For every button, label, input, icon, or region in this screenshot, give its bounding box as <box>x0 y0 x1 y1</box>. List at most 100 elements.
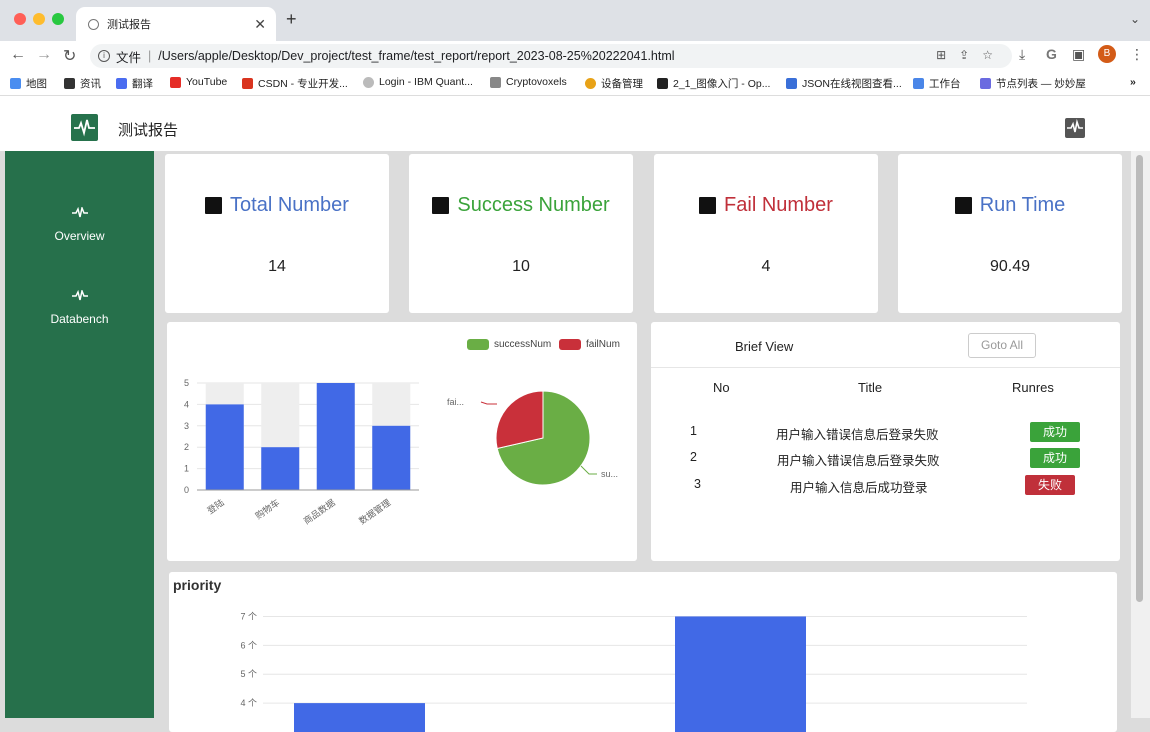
globe-icon <box>88 18 99 30</box>
tab-title: 测试报告 <box>107 19 151 31</box>
x-tick-label: 数据管理 <box>357 497 393 527</box>
tab-search-icon[interactable]: ⌄ <box>1130 12 1140 26</box>
back-icon[interactable]: ← <box>10 46 26 64</box>
y-tick-label: 5 <box>184 378 189 388</box>
sidepanel-icon[interactable]: ▣ <box>1072 46 1085 63</box>
stat-card-success: Success Number 10 <box>409 154 633 313</box>
sidebar: Overview Databench <box>5 151 154 718</box>
pulse-logo-icon <box>71 114 98 141</box>
brief-view-card: Brief View Goto All No Title Runres 1 用户… <box>651 322 1120 561</box>
bookmark-item[interactable]: YouTube <box>170 76 227 88</box>
url-scheme-label: 文件 <box>116 50 142 65</box>
scrollbar[interactable] <box>1131 151 1150 718</box>
stat-card-total: Total Number 14 <box>165 154 389 313</box>
status-badge: 失败 <box>1025 475 1075 495</box>
minimize-window-icon[interactable] <box>33 13 45 25</box>
bookmark-item[interactable]: 设备管理 <box>585 76 643 91</box>
forward-icon[interactable]: → <box>36 46 52 64</box>
bookmark-item[interactable]: 地图 <box>10 76 47 91</box>
sidebar-item-databench[interactable]: Databench <box>5 290 154 326</box>
page-header: 测试报告 <box>0 96 1150 151</box>
column-header: Runres <box>1012 380 1054 395</box>
bookmark-item[interactable]: 节点列表 — 妙妙屋 <box>980 76 1086 91</box>
close-window-icon[interactable] <box>14 13 26 25</box>
stat-value: 14 <box>268 258 286 275</box>
maximize-window-icon[interactable] <box>52 13 64 25</box>
address-bar[interactable]: i 文件 | /Users/apple/Desktop/Dev_project/… <box>90 44 1012 68</box>
more-menu-icon[interactable]: ⋮ <box>1130 46 1144 63</box>
goto-all-button[interactable]: Goto All <box>968 333 1036 358</box>
bar <box>261 447 300 490</box>
bar <box>372 425 411 490</box>
column-header: Title <box>858 380 883 395</box>
y-tick-label: 4 <box>184 399 189 409</box>
stat-value: 10 <box>512 258 530 275</box>
bookmark-star-icon[interactable]: ☆ <box>982 48 1006 62</box>
sidebar-item-overview[interactable]: Overview <box>5 207 154 243</box>
brief-view-title: Brief View <box>735 339 794 354</box>
charts-card: successNum failNum 0 1 2 3 4 5 登陆 购物车 商品数据 数据管理 f… <box>167 322 637 561</box>
y-tick-label: 4 个 <box>240 698 257 708</box>
stat-label: Fail Number <box>724 194 833 216</box>
url-text[interactable]: /Users/apple/Desktop/Dev_project/test_fr… <box>158 49 674 63</box>
youtube-icon <box>170 76 181 88</box>
bookmark-item[interactable]: CSDN - 专业开发... <box>242 76 348 91</box>
address-row: ← → ↻ i 文件 | /Users/apple/Desktop/Dev_pr… <box>0 41 1150 71</box>
bar <box>675 616 806 732</box>
bookmark-item[interactable]: 工作台 <box>913 76 961 91</box>
translate-icon[interactable]: ⊞ <box>936 48 959 62</box>
page-title: 测试报告 <box>118 122 179 139</box>
row-title[interactable]: 用户输入错误信息后登录失败 <box>777 450 940 469</box>
reload-icon[interactable]: ↻ <box>63 46 76 66</box>
download-icon[interactable]: ⤓ <box>1019 46 1025 63</box>
legend-success[interactable]: successNum <box>467 339 551 350</box>
status-badge: 成功 <box>1030 448 1080 468</box>
bookmark-item[interactable]: 2_1_图像入门 - Op... <box>657 76 770 91</box>
bookmark-item[interactable]: 资讯 <box>64 76 101 91</box>
row-no: 1 <box>690 424 697 438</box>
more-bookmarks-icon[interactable]: » <box>1130 76 1136 88</box>
pulse-icon <box>432 197 450 214</box>
row-title[interactable]: 用户输入信息后成功登录 <box>790 477 928 496</box>
translate-bookmark-icon <box>116 78 127 89</box>
pulse-icon <box>205 197 223 214</box>
close-tab-icon[interactable]: ✕ <box>254 16 266 33</box>
priority-card: priority 4 个 5 个 6 个 7 个 <box>169 572 1117 732</box>
node-icon <box>980 78 991 89</box>
y-tick-label: 2 <box>184 442 189 452</box>
stat-value: 4 <box>761 258 771 275</box>
y-tick-label: 0 <box>184 485 189 495</box>
row-title[interactable]: 用户输入错误信息后登录失败 <box>776 424 939 443</box>
pulse-icon <box>699 197 717 214</box>
stat-label: Total Number <box>230 194 349 216</box>
priority-title: priority <box>173 577 222 593</box>
x-tick-label: 登陆 <box>205 497 226 516</box>
label-line <box>580 465 597 475</box>
bookmark-item[interactable]: Login - IBM Quant... <box>363 76 473 88</box>
bookmark-item[interactable]: 翻译 <box>116 76 153 91</box>
json-icon <box>786 78 797 89</box>
stat-label: Run Time <box>979 194 1066 216</box>
share-icon[interactable]: ⇪ <box>959 48 982 62</box>
y-tick-label: 6 个 <box>240 640 257 650</box>
y-tick-label: 5 个 <box>240 669 257 679</box>
chrome-icon <box>585 78 596 89</box>
report-page: 测试报告 Overview Databench Total Number 1 4 … <box>0 96 1150 732</box>
pulse-icon[interactable] <box>1065 118 1085 138</box>
new-tab-icon[interactable]: + <box>286 9 297 30</box>
y-tick-label: 3 <box>184 421 189 431</box>
bookmark-item[interactable]: JSON在线视图查看... <box>786 76 902 91</box>
pulse-icon <box>954 197 972 214</box>
bookmark-item[interactable]: Cryptovoxels <box>490 76 567 88</box>
bar <box>316 383 355 490</box>
info-icon[interactable]: i <box>98 50 110 62</box>
browser-tab[interactable]: 测试报告 ✕ <box>76 7 276 41</box>
pie-label: su... <box>601 469 618 479</box>
x-tick-label: 商品数据 <box>301 497 337 527</box>
google-icon[interactable]: G <box>1046 46 1057 62</box>
legend-fail[interactable]: failNum <box>559 339 620 350</box>
scrollbar-thumb[interactable] <box>1136 155 1143 602</box>
pie-slice-fail <box>495 390 544 450</box>
book-icon <box>657 78 668 89</box>
avatar[interactable]: B <box>1098 45 1116 63</box>
